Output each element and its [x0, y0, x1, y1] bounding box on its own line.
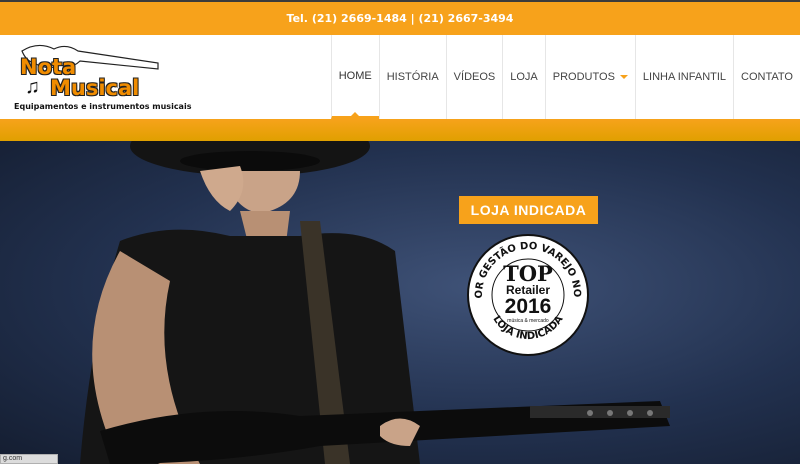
- top-contact-bar: Tel. (21) 2669-1484 | (21) 2667-3494: [0, 0, 800, 35]
- phone-numbers: Tel. (21) 2669-1484 | (21) 2667-3494: [286, 12, 514, 25]
- seal-center: TOP Retailer 2016 música & mercado: [496, 263, 560, 324]
- nav-label: HISTÓRIA: [386, 71, 439, 83]
- nav-item-videos[interactable]: VÍDEOS: [445, 35, 503, 119]
- page: Tel. (21) 2669-1484 | (21) 2667-3494 Not…: [0, 0, 800, 464]
- accent-band: [0, 119, 800, 141]
- logo-tagline: Equipamentos e instrumentos musicais: [14, 102, 192, 111]
- nav-item-loja[interactable]: LOJA: [502, 35, 545, 119]
- nav-item-contato[interactable]: CONTATO: [733, 35, 800, 119]
- chevron-down-icon: [619, 75, 628, 79]
- browser-status-bar: g.com: [0, 454, 58, 464]
- logo-word-musical: Musical: [50, 76, 140, 100]
- site-header: Nota ♫ Musical Equipamentos e instrument…: [0, 35, 800, 119]
- nav-label: VÍDEOS: [453, 71, 496, 83]
- nav-label: HOME: [338, 69, 372, 82]
- nav-label: CONTATO: [741, 71, 793, 83]
- nav-item-produtos[interactable]: PRODUTOS: [544, 35, 635, 119]
- nav-item-historia[interactable]: HISTÓRIA: [378, 35, 446, 119]
- guitarist-photo: [80, 141, 670, 464]
- nav-label: PRODUTOS: [552, 71, 615, 83]
- top-retailer-seal: A MELHOR GESTÃO DO VAREJO NO BRASIL LOJA…: [461, 225, 590, 357]
- nav-item-home[interactable]: HOME: [330, 35, 379, 119]
- hero-banner: [0, 141, 800, 464]
- site-logo[interactable]: Nota ♫ Musical Equipamentos e instrument…: [8, 39, 191, 115]
- seal-year: 2016: [504, 295, 552, 318]
- seal-publisher: música & mercado: [507, 318, 549, 324]
- seal-top-label: TOP: [503, 261, 553, 286]
- music-note-icon: ♫: [25, 76, 40, 98]
- nav-item-linha-infantil[interactable]: LINHA INFANTIL: [634, 35, 733, 119]
- main-navigation: HOME HISTÓRIA VÍDEOS LOJA PRODUTOS LINHA…: [330, 35, 800, 119]
- recommended-store-badge: LOJA INDICADA: [459, 196, 598, 224]
- nav-label: LINHA INFANTIL: [642, 71, 727, 83]
- nav-label: LOJA: [510, 71, 538, 83]
